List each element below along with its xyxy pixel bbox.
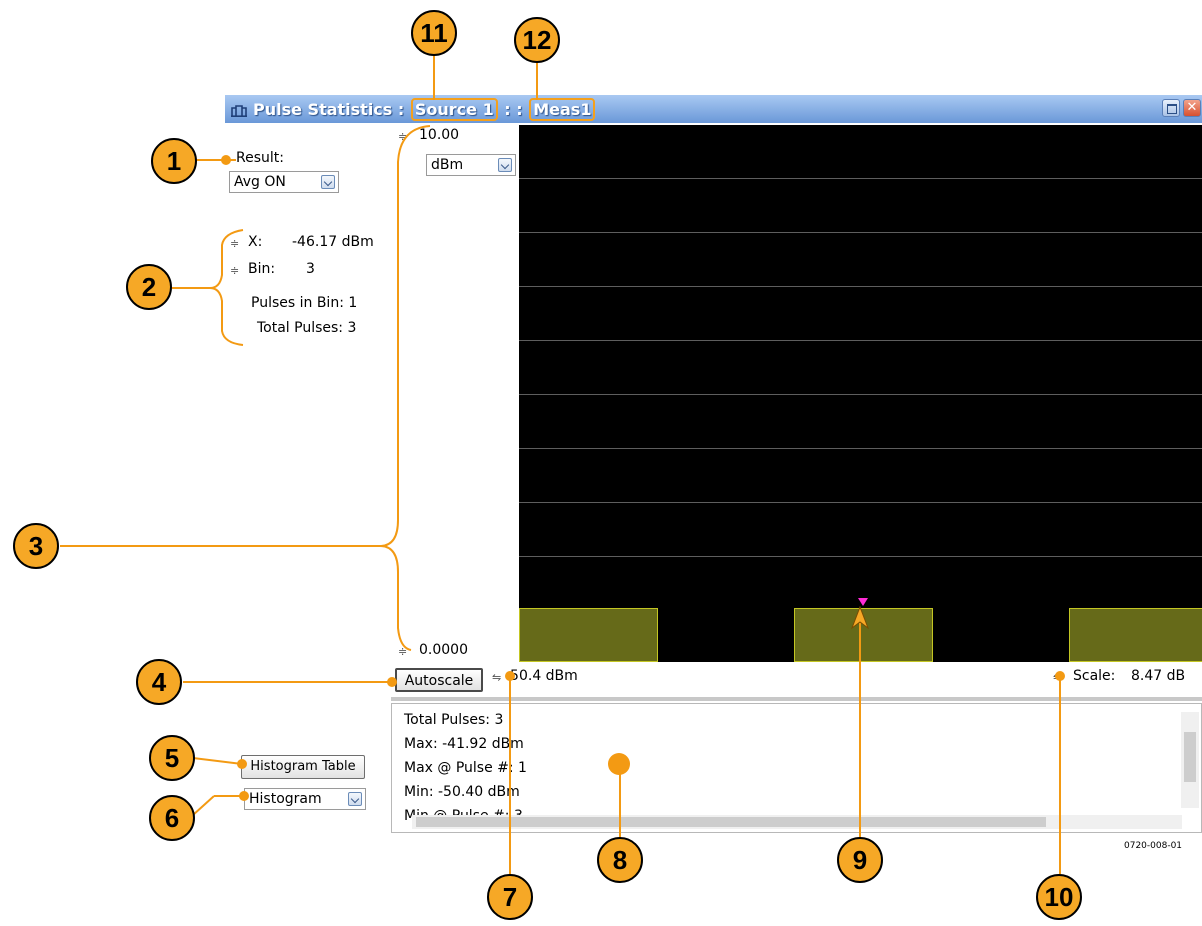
callout-2: 2 bbox=[126, 264, 172, 310]
callout-dot bbox=[239, 791, 249, 801]
callout-1: 1 bbox=[151, 138, 197, 184]
callout-dot bbox=[1055, 671, 1065, 681]
callout-4: 4 bbox=[136, 659, 182, 705]
callout-11: 11 bbox=[411, 10, 457, 56]
callout-5: 5 bbox=[149, 735, 195, 781]
callout-10: 10 bbox=[1036, 874, 1082, 920]
callout-dot bbox=[608, 753, 630, 775]
callout-6: 6 bbox=[149, 795, 195, 841]
callout-dot bbox=[237, 759, 247, 769]
callout-8: 8 bbox=[597, 837, 643, 883]
callout-7: 7 bbox=[487, 874, 533, 920]
callout-3: 3 bbox=[13, 523, 59, 569]
callout-dot bbox=[387, 677, 397, 687]
callout-dot bbox=[505, 671, 515, 681]
callout-12: 12 bbox=[514, 17, 560, 63]
callout-9: 9 bbox=[837, 837, 883, 883]
callout-dot bbox=[221, 155, 231, 165]
